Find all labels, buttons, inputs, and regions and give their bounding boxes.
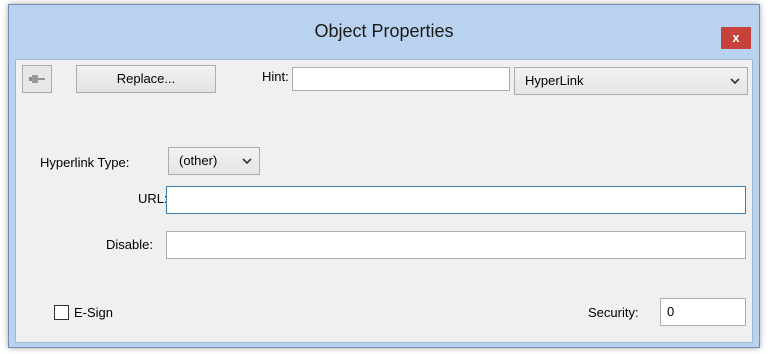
title-bar[interactable]: Object Properties x <box>9 5 759 59</box>
pushpin-icon <box>29 75 45 83</box>
disable-input[interactable] <box>166 231 746 259</box>
url-input[interactable] <box>166 186 746 214</box>
security-input[interactable]: 0 <box>660 298 746 326</box>
close-button[interactable]: x <box>721 27 751 49</box>
hint-label: Hint: <box>262 69 289 84</box>
disable-label: Disable: <box>106 237 153 252</box>
hyperlink-type-value: (other) <box>179 153 218 168</box>
security-label: Security: <box>588 305 639 320</box>
toolbar: Replace... Hint: HyperLink <box>16 60 752 98</box>
hint-input[interactable] <box>292 67 510 91</box>
object-type-select-value: HyperLink <box>525 73 584 88</box>
window-title: Object Properties <box>314 21 454 41</box>
pin-button[interactable] <box>22 65 52 93</box>
chevron-down-icon <box>241 148 253 183</box>
esign-checkbox[interactable] <box>54 305 69 320</box>
replace-button[interactable]: Replace... <box>76 65 216 93</box>
object-properties-window: Object Properties x Replace... Hint: Hyp… <box>8 4 760 348</box>
esign-label: E-Sign <box>74 305 114 320</box>
hyperlink-type-label: Hyperlink Type: <box>40 155 130 170</box>
url-label: URL: <box>138 191 168 206</box>
chevron-down-icon <box>729 68 741 103</box>
object-type-select[interactable]: HyperLink <box>514 67 748 95</box>
close-icon: x <box>732 30 740 45</box>
dialog-client-area: Replace... Hint: HyperLink Hyperlink Typ… <box>15 59 753 343</box>
hyperlink-type-select[interactable]: (other) <box>168 147 260 175</box>
